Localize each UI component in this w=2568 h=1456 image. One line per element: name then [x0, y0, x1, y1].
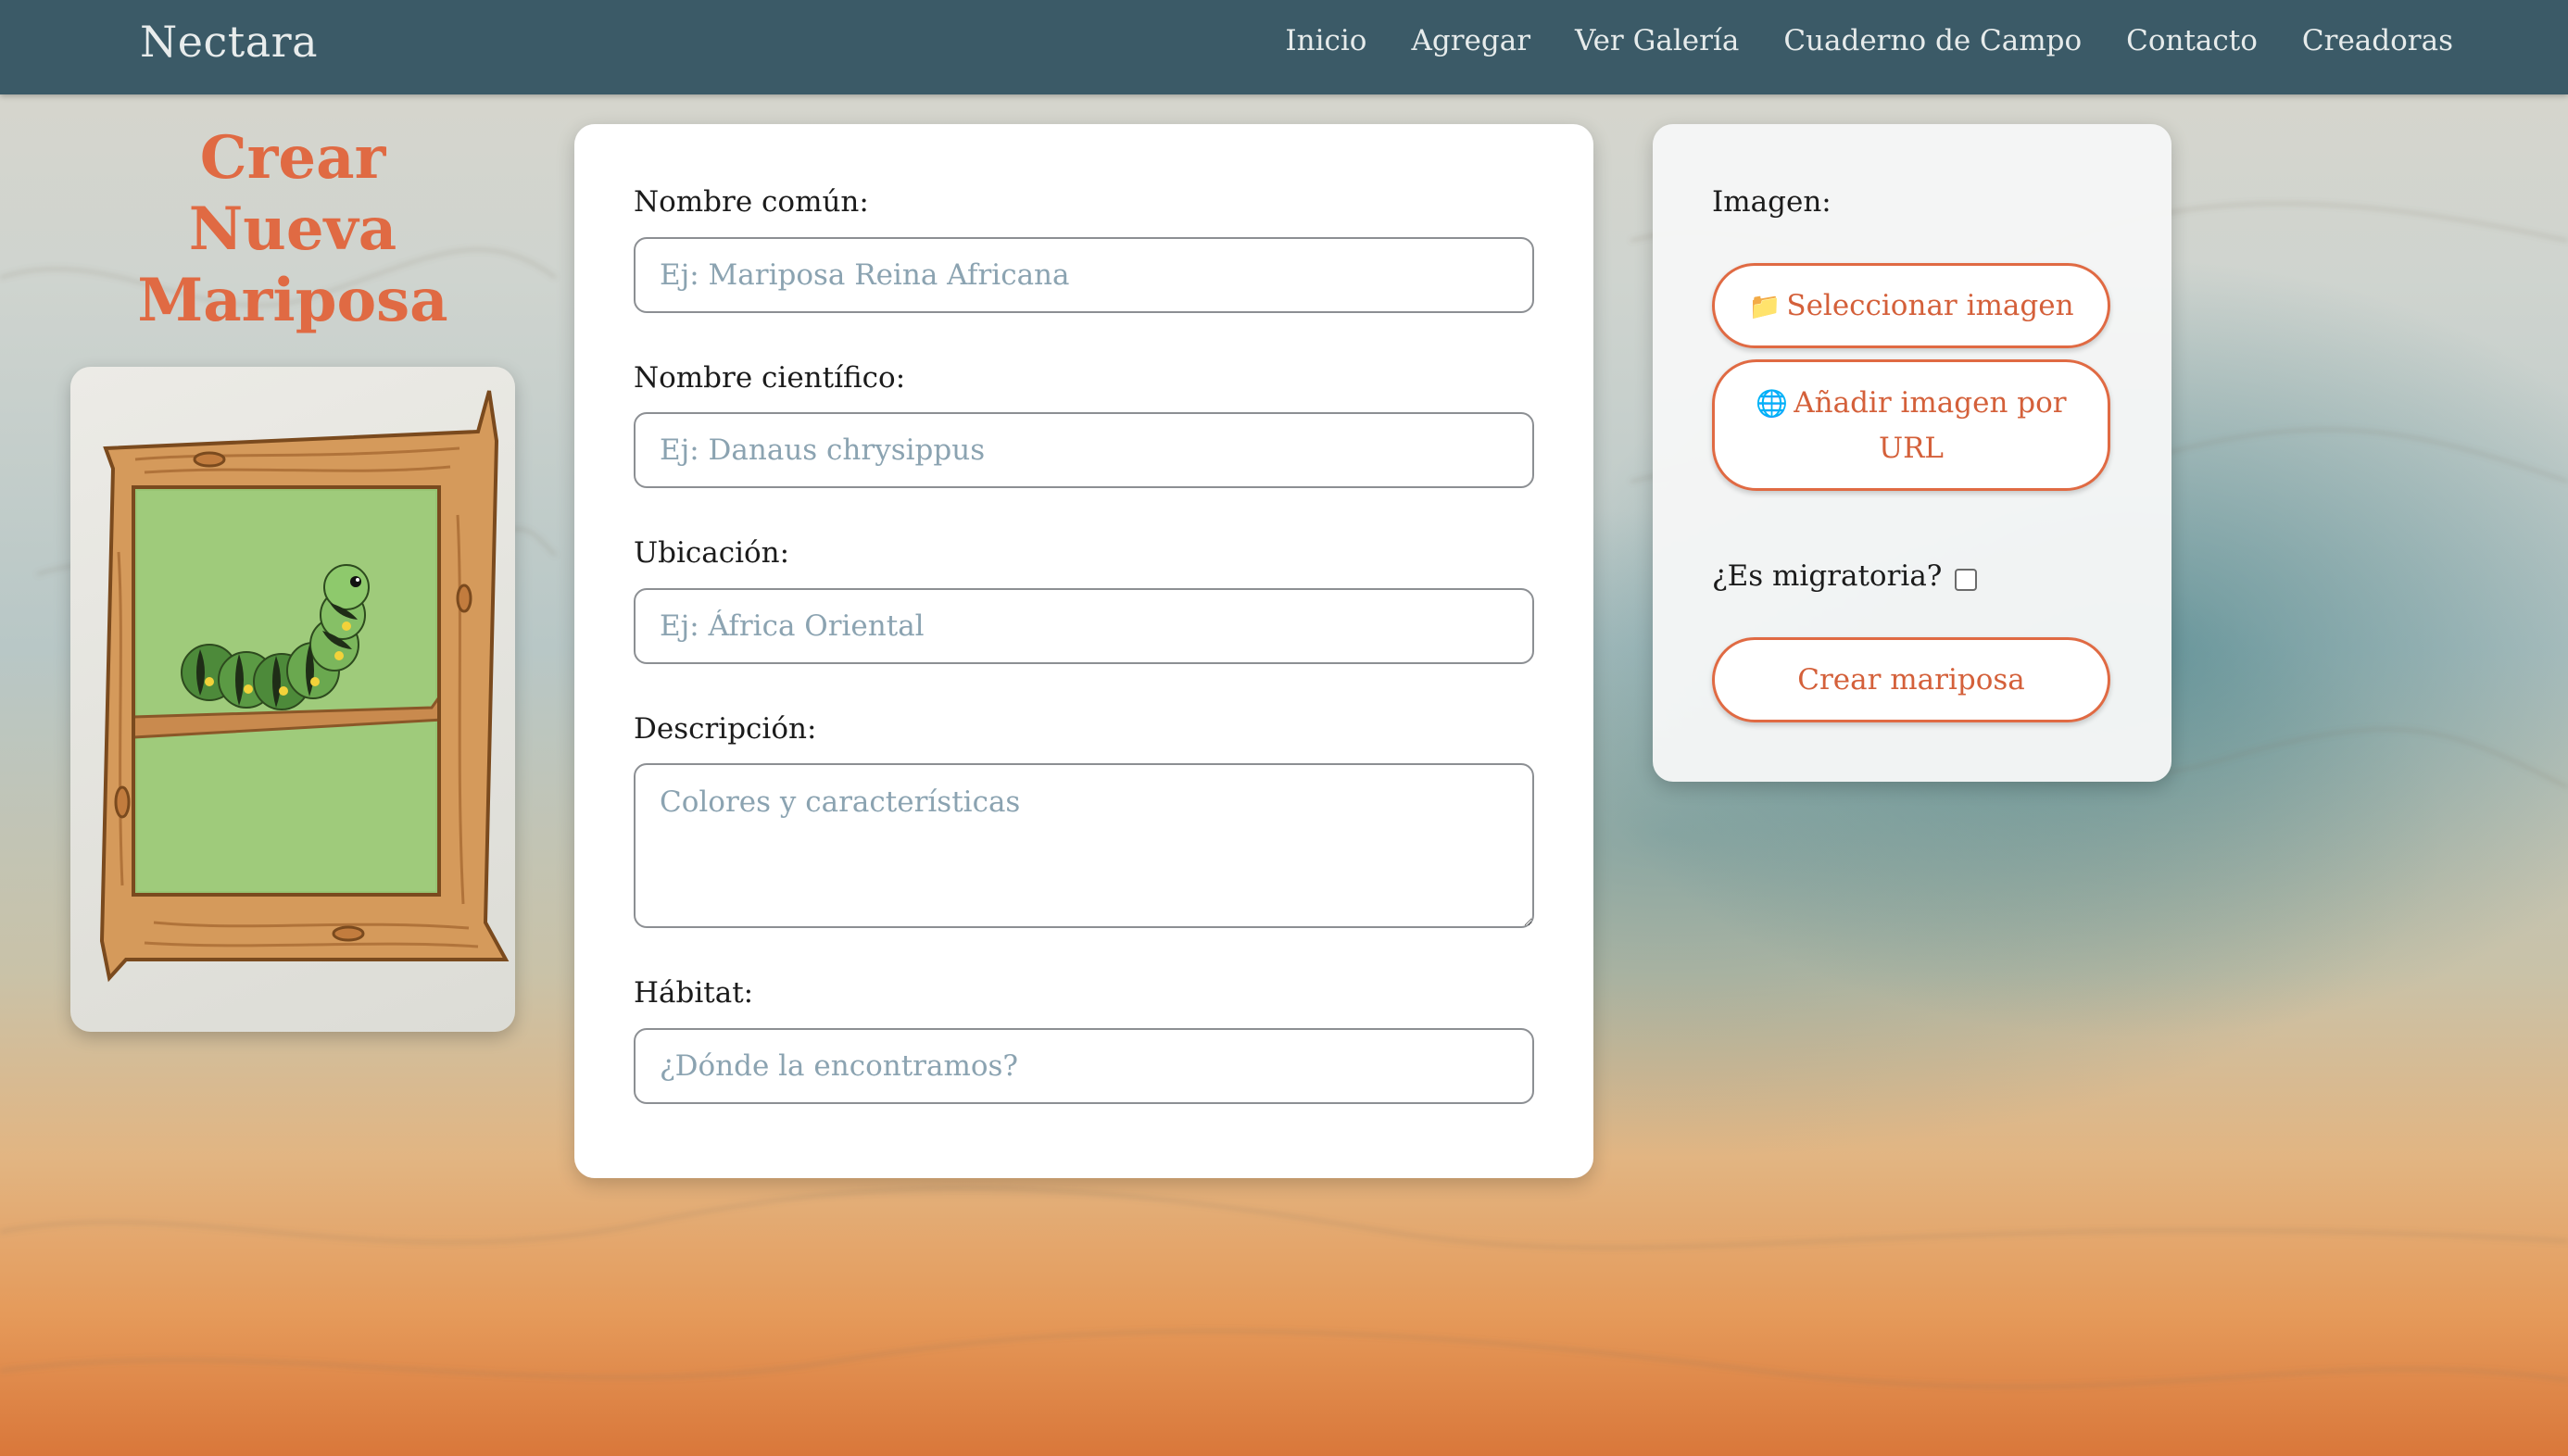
nav-link-inicio[interactable]: Inicio	[1285, 24, 1366, 57]
globe-icon: 🌐	[1756, 388, 1789, 419]
add-image-url-label-line1: Añadir imagen por	[1794, 386, 2067, 420]
migratory-row: ¿Es migratoria?	[1712, 559, 1978, 593]
page-title-line: Nueva	[188, 195, 397, 264]
create-butterfly-button[interactable]: Crear mariposa	[1712, 637, 2110, 722]
nav-link-creadoras[interactable]: Creadoras	[2302, 24, 2453, 57]
image-label: Imagen:	[1712, 185, 1832, 219]
common-name-input[interactable]	[634, 237, 1534, 313]
brand-logo[interactable]: Nectara	[140, 17, 318, 67]
add-image-url-label-line2: URL	[1878, 432, 1945, 465]
butterfly-form-card: Nombre común: Nombre científico: Ubicaci…	[574, 124, 1593, 1178]
nav-links: Inicio Agregar Ver Galería Cuaderno de C…	[1285, 24, 2453, 57]
habitat-input[interactable]	[634, 1028, 1534, 1104]
description-label: Descripción:	[634, 712, 817, 746]
select-image-label: Seleccionar imagen	[1786, 289, 2074, 322]
top-navbar: Nectara Inicio Agregar Ver Galería Cuade…	[0, 0, 2568, 94]
habitat-label: Hábitat:	[634, 976, 754, 1010]
migratory-label: ¿Es migratoria?	[1712, 559, 1943, 593]
description-textarea[interactable]	[634, 763, 1534, 928]
add-image-url-button[interactable]: 🌐 Añadir imagen por URL	[1712, 359, 2110, 491]
nav-link-ver-galeria[interactable]: Ver Galería	[1575, 24, 1739, 57]
common-name-label: Nombre común:	[634, 185, 869, 219]
image-options-card: Imagen: 📁 Seleccionar imagen 🌐 Añadir imag…	[1653, 124, 2171, 782]
page-title-line: Crear	[199, 123, 386, 193]
caterpillar-in-wooden-frame-illustration	[99, 390, 510, 983]
nav-link-cuaderno-de-campo[interactable]: Cuaderno de Campo	[1783, 24, 2082, 57]
folder-icon: 📁	[1748, 291, 1781, 321]
nav-link-agregar[interactable]: Agregar	[1411, 24, 1530, 57]
location-input[interactable]	[634, 588, 1534, 664]
page-title: Crear Nueva Mariposa	[70, 122, 515, 336]
scientific-name-label: Nombre científico:	[634, 361, 906, 395]
caterpillar-illustration-card	[70, 367, 515, 1032]
select-image-button[interactable]: 📁 Seleccionar imagen	[1712, 263, 2110, 348]
page-title-line: Mariposa	[137, 266, 448, 335]
scientific-name-input[interactable]	[634, 412, 1534, 488]
migratory-checkbox[interactable]	[1955, 569, 1978, 591]
location-label: Ubicación:	[634, 536, 790, 570]
nav-link-contacto[interactable]: Contacto	[2126, 24, 2258, 57]
